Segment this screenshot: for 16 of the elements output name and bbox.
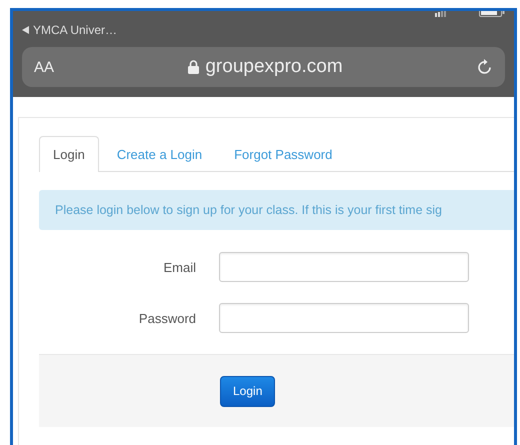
field-label: Email [162,260,196,274]
back-arrow-icon[interactable] [22,26,29,34]
reload-icon[interactable] [477,58,493,76]
field-label: Password [138,310,196,326]
url-text[interactable]: groupexpro.com [205,56,343,78]
back-link[interactable]: YMCA Univer… [33,23,118,37]
battery-icon [479,11,505,17]
tab[interactable]: Login [39,136,99,172]
lock-icon [188,60,200,74]
text-size-button[interactable]: AA [34,58,54,76]
tab[interactable]: Forgot Password [220,136,346,171]
input-field[interactable] [219,252,469,282]
tab[interactable]: Create a Login [102,136,216,171]
info-message: Please login below to sign up for your class. If this is your first time sig [39,190,514,230]
input-field[interactable] [219,303,469,333]
login-button[interactable]: Login [220,376,276,406]
